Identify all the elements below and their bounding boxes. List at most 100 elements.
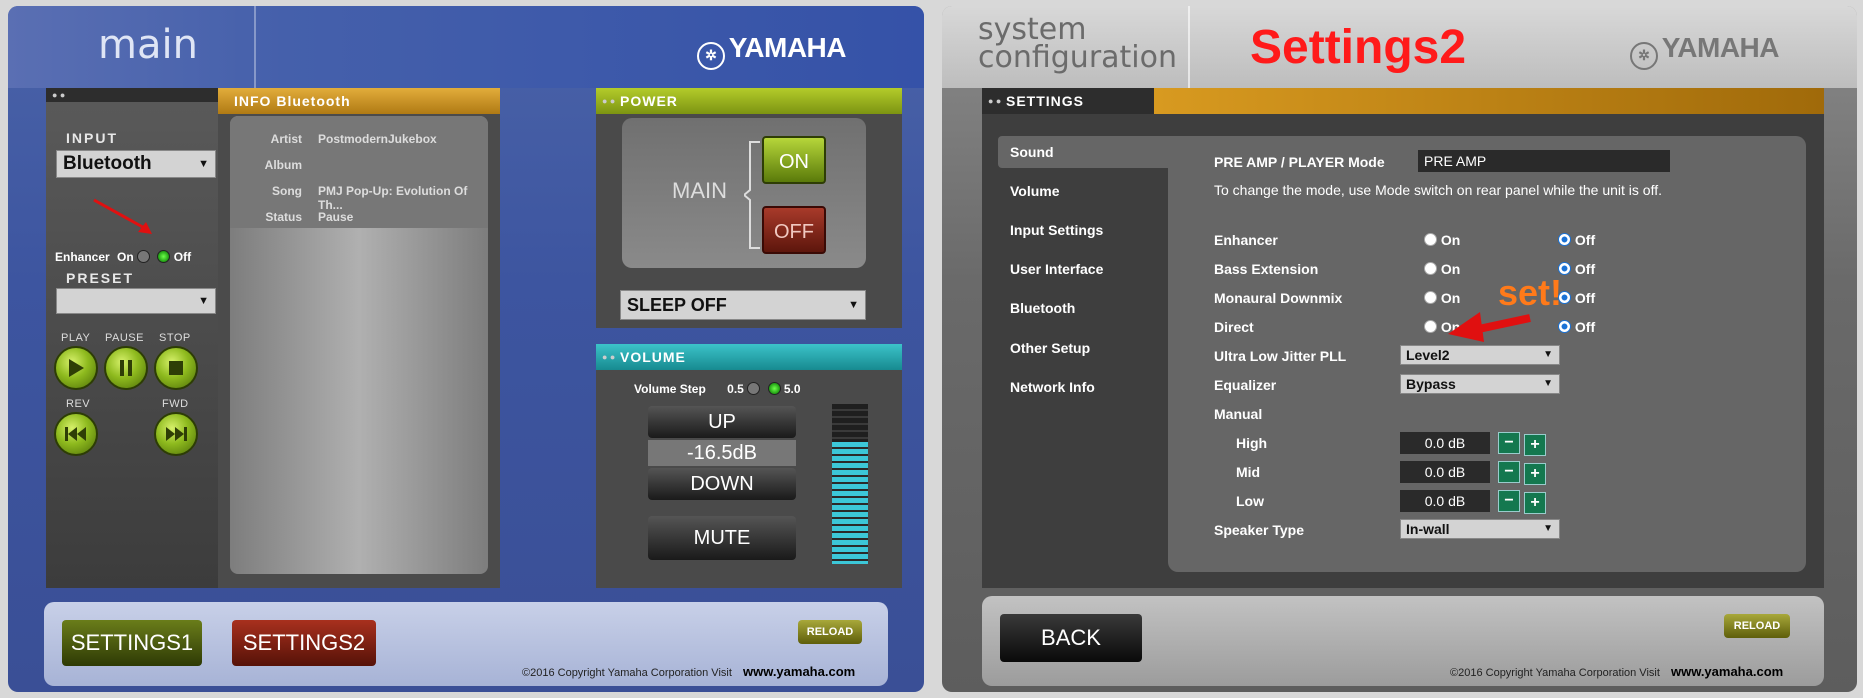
mid-label: Mid: [1236, 464, 1261, 480]
nav-item-input-settings[interactable]: Input Settings: [1010, 222, 1103, 238]
ultra-select-value: Level2: [1406, 347, 1450, 363]
input-select[interactable]: Bluetooth ▼: [56, 150, 216, 178]
volume-step-a-radio[interactable]: [747, 382, 761, 395]
enhancer-on-label: On: [117, 250, 134, 264]
direct-off-option[interactable]: Off: [1558, 319, 1595, 335]
song-value: PMJ Pop-Up: Evolution Of Th...: [318, 184, 468, 212]
yamaha-site-link[interactable]: www.yamaha.com: [743, 664, 855, 679]
nav-item-user-interface[interactable]: User Interface: [1010, 261, 1103, 277]
volume-up-button[interactable]: UP: [648, 406, 796, 438]
mode-value: PRE AMP: [1418, 150, 1670, 172]
panel-dots-icon: ● ●: [52, 90, 66, 100]
ultra-select[interactable]: Level2 ▼: [1400, 345, 1560, 365]
volume-box: ● ● VOLUME Volume Step 0.5 5.0 UP -16.5dB…: [596, 344, 902, 588]
nav-item-bluetooth[interactable]: Bluetooth: [1010, 300, 1075, 316]
chevron-down-icon: ▼: [848, 299, 859, 311]
volume-meter: [832, 404, 868, 564]
sleep-select-value: SLEEP OFF: [627, 295, 727, 315]
low-plus-button[interactable]: +: [1524, 492, 1546, 514]
rev-button[interactable]: [54, 412, 98, 456]
monaural-downmix-on-radio[interactable]: [1424, 291, 1437, 304]
volume-meter-fill: [832, 442, 868, 564]
settings2-button[interactable]: SETTINGS2: [232, 620, 376, 666]
stop-button[interactable]: [154, 346, 198, 390]
equalizer-select[interactable]: Bypass ▼: [1400, 374, 1560, 394]
nav-item-sound[interactable]: Sound: [1010, 144, 1054, 160]
bass-extension-off-option[interactable]: Off: [1558, 261, 1595, 277]
rev-label: REV: [66, 398, 91, 410]
artist-key: Artist: [270, 132, 302, 146]
bass-extension-on-option[interactable]: On: [1424, 261, 1460, 277]
copyright-text: ©2016 Copyright Yamaha Corporation Visit: [1450, 667, 1660, 679]
high-label: High: [1236, 435, 1268, 451]
power-box: ● ● POWER MAIN ON OFF SLEEP OFF ▼: [596, 88, 902, 328]
enhancer-on-option[interactable]: On: [1424, 232, 1460, 248]
mid-plus-button[interactable]: +: [1524, 463, 1546, 485]
enhancer-on-label: On: [1440, 232, 1461, 248]
nav-item-network-info[interactable]: Network Info: [1010, 379, 1095, 395]
back-button[interactable]: BACK: [1000, 614, 1142, 662]
enhancer-on-radio[interactable]: [137, 250, 151, 263]
monaural-downmix-off-option[interactable]: Off: [1558, 290, 1595, 306]
fwd-button[interactable]: [154, 412, 198, 456]
enhancer-off-option[interactable]: Off: [1558, 232, 1595, 248]
high-plus-button[interactable]: +: [1524, 434, 1546, 456]
power-on-button[interactable]: ON: [762, 136, 826, 184]
info-title: INFO Bluetooth: [234, 93, 351, 109]
enhancer-label: Enhancer: [55, 250, 110, 264]
fast-forward-icon: [166, 427, 187, 441]
high-minus-button[interactable]: −: [1498, 432, 1520, 454]
copyright-text: ©2016 Copyright Yamaha Corporation Visit: [522, 667, 732, 679]
input-label: INPUT: [66, 130, 118, 146]
monaural-downmix-off-label: Off: [1574, 290, 1596, 306]
power-title-bar: ● ● POWER: [596, 88, 902, 114]
info-title-bar: INFO Bluetooth: [218, 88, 500, 114]
speaker-type-select[interactable]: In-wall ▼: [1400, 519, 1560, 539]
high-value: 0.0 dB: [1400, 432, 1490, 454]
volume-level: -16.5dB: [648, 440, 796, 466]
status-value: Pause: [318, 210, 354, 224]
preset-select[interactable]: ▼: [56, 288, 216, 314]
equalizer-label: Equalizer: [1214, 377, 1277, 393]
play-icon: [69, 359, 84, 377]
copyright: ©2016 Copyright Yamaha Corporation Visit…: [1450, 664, 1783, 679]
direct-off-radio[interactable]: [1558, 320, 1571, 333]
volume-step-b-radio[interactable]: [767, 382, 781, 395]
enhancer-on-radio[interactable]: [1424, 233, 1437, 246]
sleep-select[interactable]: SLEEP OFF ▼: [620, 290, 866, 320]
bass-extension-on-radio[interactable]: [1424, 262, 1437, 275]
low-minus-button[interactable]: −: [1498, 490, 1520, 512]
page-title: main: [98, 22, 198, 68]
pause-button[interactable]: [104, 346, 148, 390]
mid-minus-button[interactable]: −: [1498, 461, 1520, 483]
chevron-down-icon: ▼: [1543, 349, 1553, 360]
yamaha-logo: ✲ YAMAHA: [1629, 32, 1780, 70]
enhancer-label: Enhancer: [1214, 232, 1278, 248]
reload-button[interactable]: RELOAD: [1724, 614, 1790, 638]
header-divider: [254, 6, 256, 88]
speaker-type-select-value: In-wall: [1406, 521, 1450, 537]
direct-label: Direct: [1214, 319, 1254, 335]
play-button[interactable]: [54, 346, 98, 390]
enhancer-off-radio[interactable]: [157, 250, 171, 263]
album-key: Album: [264, 158, 302, 172]
nav-item-other-setup[interactable]: Other Setup: [1010, 340, 1090, 356]
bracket-icon: [744, 141, 760, 249]
yamaha-site-link[interactable]: www.yamaha.com: [1671, 664, 1783, 679]
settings1-button[interactable]: SETTINGS1: [62, 620, 202, 666]
volume-title-bar: ● ● VOLUME: [596, 344, 902, 370]
manual-label: Manual: [1214, 406, 1263, 422]
enhancer-off-radio[interactable]: [1558, 233, 1571, 246]
volume-down-button[interactable]: DOWN: [648, 468, 796, 500]
bass-extension-on-label: On: [1440, 261, 1461, 277]
power-off-button[interactable]: OFF: [762, 206, 826, 254]
direct-on-radio[interactable]: [1424, 320, 1437, 333]
panel-dots-icon: ● ●: [602, 96, 616, 106]
yamaha-logo: ✲ YAMAHA: [696, 32, 847, 70]
settings-title: SETTINGS: [1006, 93, 1085, 109]
mute-button[interactable]: MUTE: [648, 516, 796, 560]
reload-button[interactable]: RELOAD: [798, 620, 862, 644]
mid-value: 0.0 dB: [1400, 461, 1490, 483]
input-box: ● ● INPUT Bluetooth ▼ Enhancer On Off PRE…: [46, 88, 218, 588]
nav-item-volume[interactable]: Volume: [1010, 183, 1060, 199]
